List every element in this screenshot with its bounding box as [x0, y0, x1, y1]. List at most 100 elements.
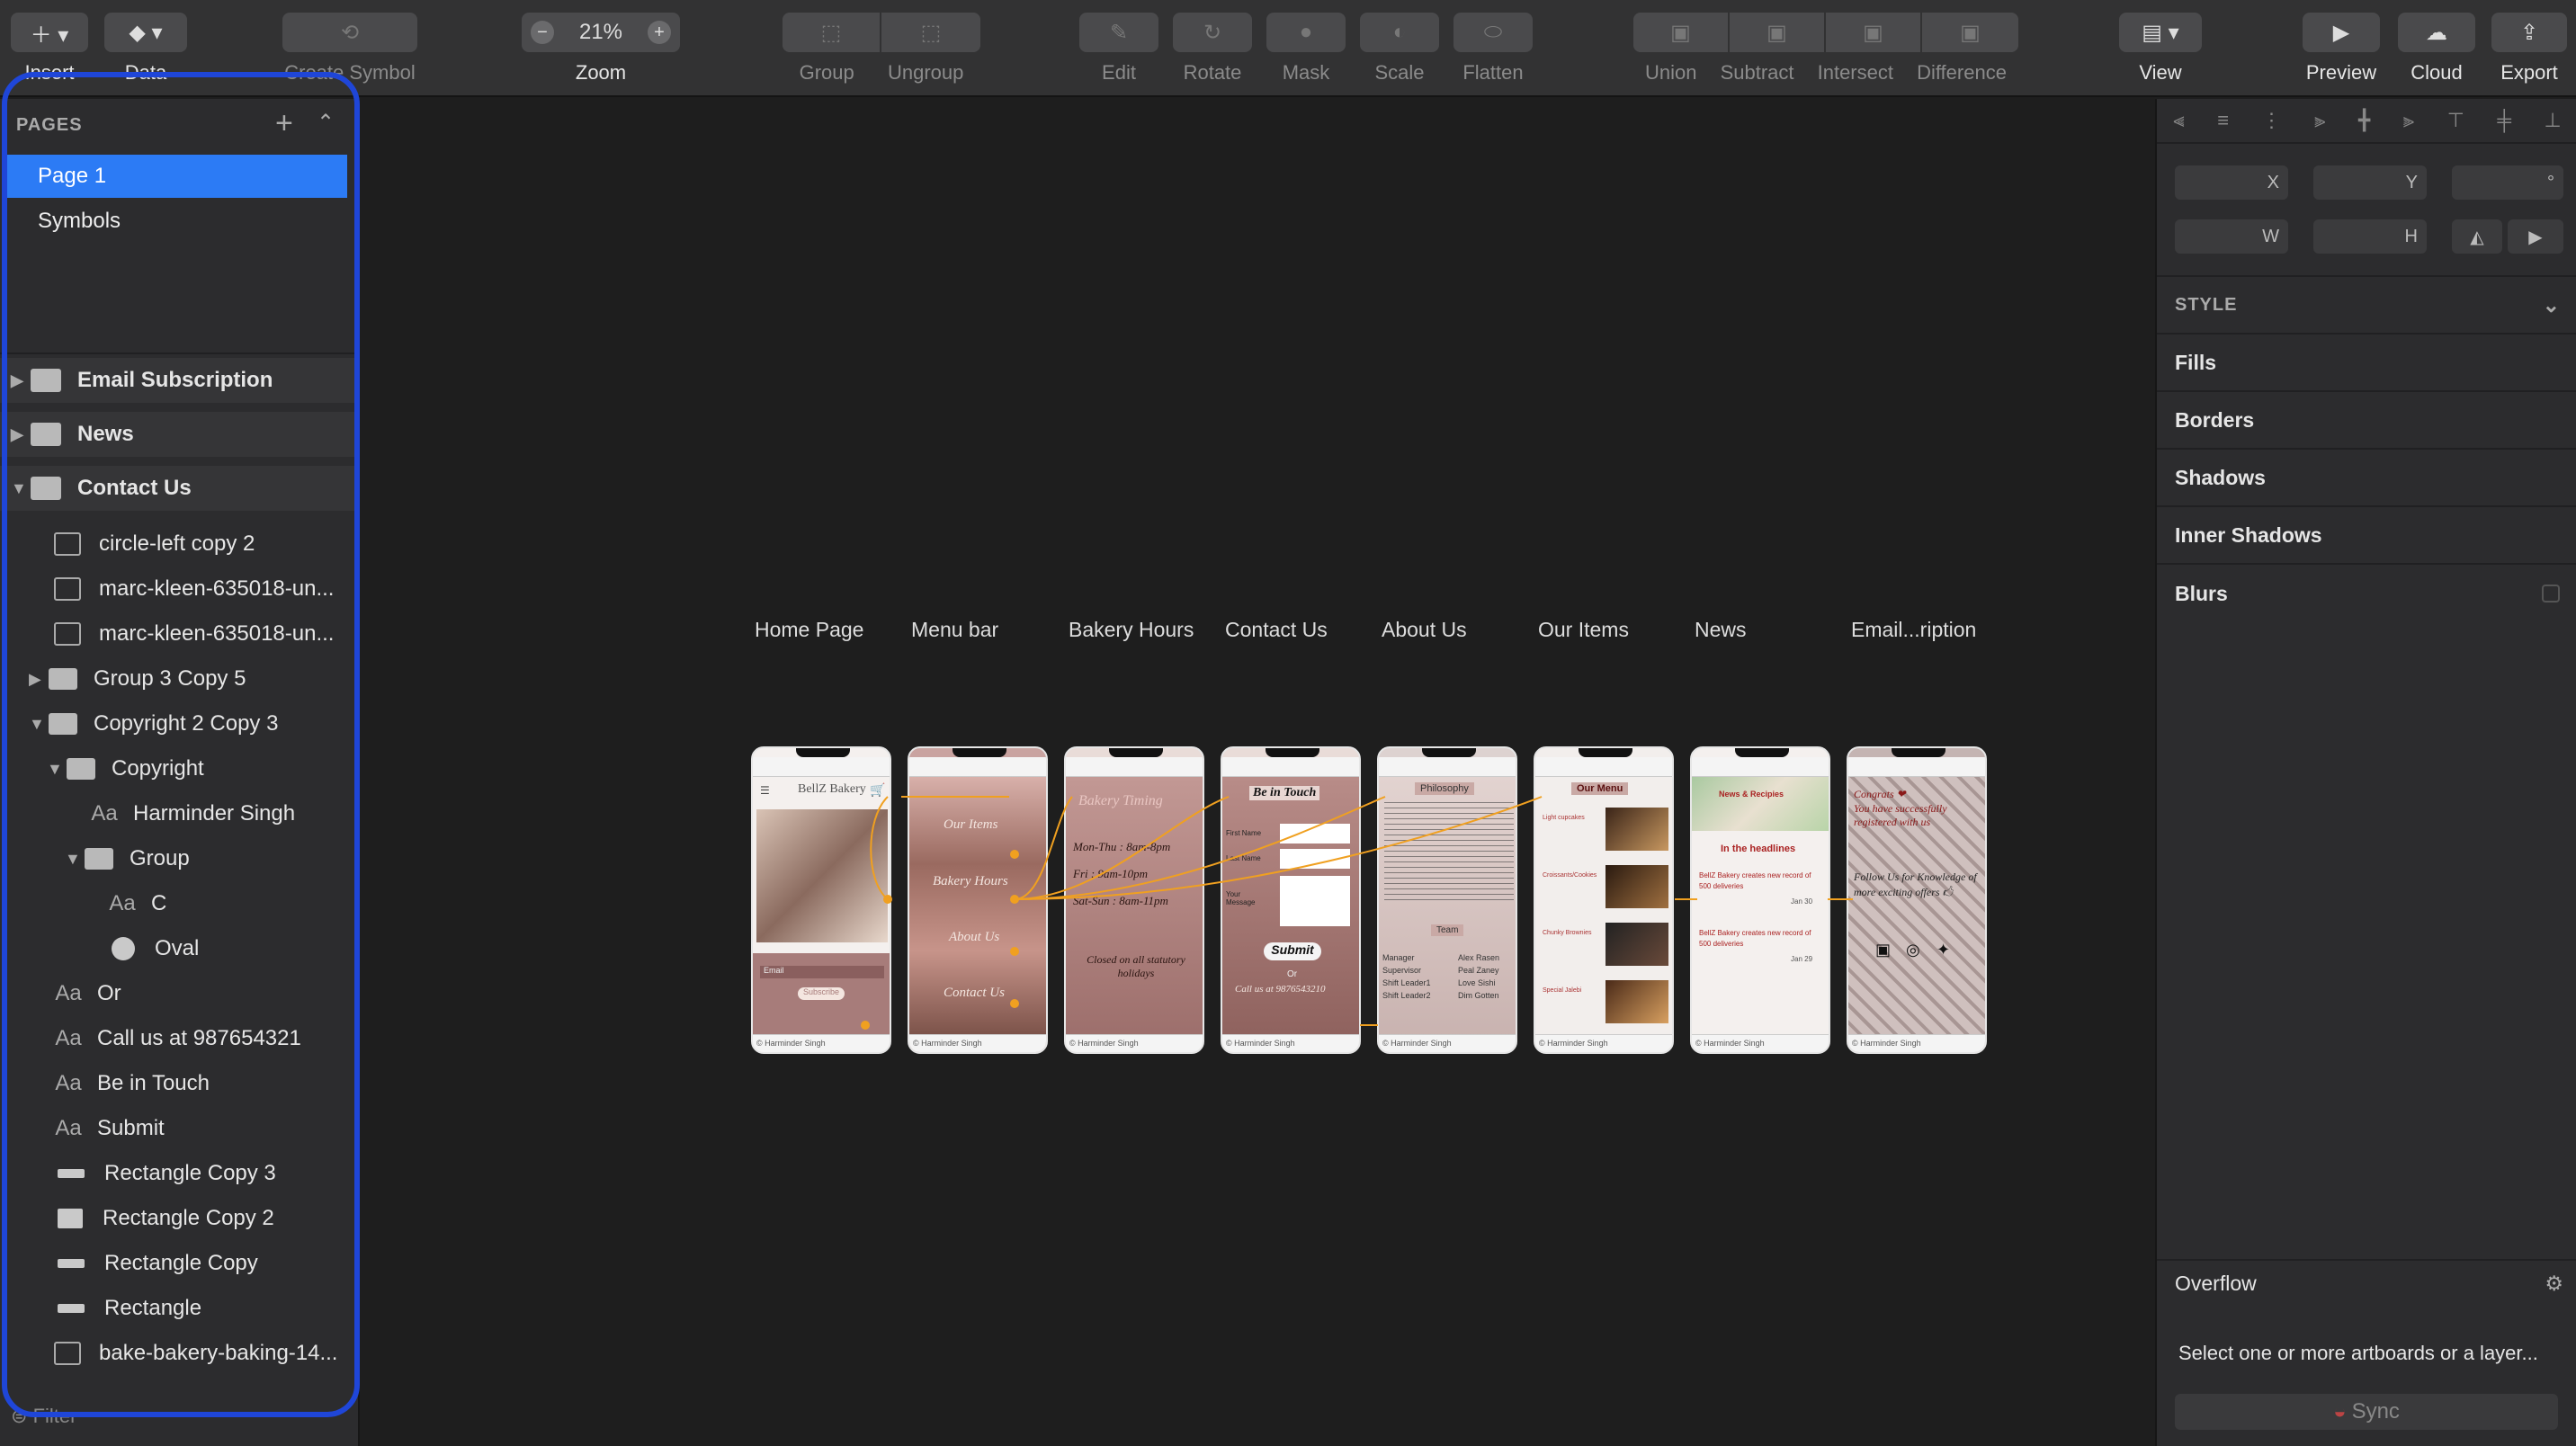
ungroup-button[interactable]: ⬚ — [881, 13, 980, 52]
add-page-icon[interactable]: + — [275, 106, 293, 141]
distribute-icon[interactable]: ⋮ — [2262, 109, 2282, 132]
layer-item[interactable]: marc-kleen-635018-un... — [0, 567, 358, 611]
scale-button[interactable]: ◐ — [1360, 13, 1439, 52]
width-field[interactable]: W — [2175, 219, 2288, 254]
canvas[interactable]: Home Page Menu bar Bakery Hours Contact … — [362, 99, 2153, 1446]
artboard-news[interactable]: News & Recipies In the headlines BellZ B… — [1690, 746, 1830, 1054]
edit-button[interactable]: ✎ — [1079, 13, 1158, 52]
mask-tool[interactable]: ● Mask — [1266, 13, 1346, 85]
collapse-triangle-icon[interactable]: ▼ — [47, 760, 67, 779]
expand-triangle-icon[interactable]: ▶ — [11, 425, 31, 444]
layer-item[interactable]: Aa Submit — [0, 1106, 358, 1151]
preview-button[interactable]: ▶ — [2303, 13, 2380, 52]
rotation-field[interactable]: ° — [2452, 165, 2563, 200]
inner-shadows-section[interactable]: Inner Shadows — [2157, 507, 2576, 565]
page-item-page-1[interactable]: Page 1 — [7, 155, 347, 198]
align-hcenter-icon[interactable]: ╋ — [2358, 109, 2370, 132]
export-tool[interactable]: ⇪ Export — [2491, 13, 2567, 85]
artboard-title[interactable]: Bakery Hours — [1069, 618, 1194, 642]
zoom-in-icon[interactable]: + — [647, 21, 671, 44]
blurs-section[interactable]: Blurs — [2157, 565, 2576, 622]
zoom-tool[interactable]: − 21% + Zoom — [522, 13, 680, 85]
flatten-tool[interactable]: ⬭ Flatten — [1453, 13, 1533, 85]
artboard-home-page[interactable]: ☰ BellZ Bakery 🛒 Email Subscribe © Harmi… — [751, 746, 891, 1054]
layer-item[interactable]: Rectangle Copy — [0, 1241, 358, 1286]
cloud-tool[interactable]: ☁ Cloud — [2398, 13, 2475, 85]
preview-tool[interactable]: ▶ Preview — [2303, 13, 2380, 85]
zoom-out-icon[interactable]: − — [531, 21, 554, 44]
flip-horizontal-button[interactable]: ◭ — [2452, 219, 2502, 254]
page-item-symbols[interactable]: Symbols — [7, 200, 347, 243]
flatten-button[interactable]: ⬭ — [1453, 13, 1533, 52]
align-end-icon[interactable]: ⫸ — [2403, 109, 2414, 132]
data-button[interactable]: ◆ ▾ — [104, 13, 187, 52]
artboard-bakery-hours[interactable]: Bakery Timing Mon-Thu : 8am-8pm Fri : 9a… — [1064, 746, 1204, 1054]
style-section-header[interactable]: STYLE ⌄ — [2157, 277, 2576, 335]
align-left-icon[interactable]: ⫷ — [2173, 109, 2184, 132]
edit-tool[interactable]: ✎ Edit — [1079, 13, 1158, 85]
align-top-icon[interactable]: ⊤ — [2447, 109, 2464, 132]
layer-item[interactable]: Rectangle — [0, 1286, 358, 1331]
layer-item[interactable]: Aa Call us at 987654321 — [0, 1016, 358, 1061]
data-tool[interactable]: ◆ ▾ Data — [104, 13, 187, 85]
height-field[interactable]: H — [2313, 219, 2427, 254]
align-bottom-icon[interactable]: ⊥ — [2545, 109, 2562, 132]
artboard-about-us[interactable]: Philosophy Team Manager Supervisor Shift… — [1377, 746, 1517, 1054]
align-center-icon[interactable]: ≡ — [2217, 109, 2229, 132]
artboard-menu-bar[interactable]: Our Items Bakery Hours About Us Contact … — [908, 746, 1048, 1054]
layer-item[interactable]: ▼ Copyright 2 Copy 3 — [0, 701, 358, 746]
artboard-title[interactable]: Menu bar — [911, 618, 998, 642]
layer-item[interactable]: Aa Harminder Singh — [0, 791, 358, 836]
group-button[interactable]: ⬚ — [783, 13, 881, 52]
cloud-button[interactable]: ☁ — [2398, 13, 2475, 52]
rotate-tool[interactable]: ↻ Rotate — [1173, 13, 1252, 85]
layer-item[interactable]: Aa Or — [0, 971, 358, 1016]
insert-button[interactable]: ＋ ▾ — [11, 13, 88, 52]
expand-triangle-icon[interactable]: ▶ — [29, 670, 49, 689]
collapse-triangle-icon[interactable]: ▼ — [29, 715, 49, 734]
align-middle-icon[interactable]: ╪ — [2497, 109, 2511, 132]
expand-triangle-icon[interactable]: ▶ — [11, 371, 31, 390]
align-right-icon[interactable]: ⫸ — [2314, 109, 2325, 132]
mask-button[interactable]: ● — [1266, 13, 1346, 52]
shadows-section[interactable]: Shadows — [2157, 450, 2576, 507]
insert-tool[interactable]: ＋ ▾ Insert — [11, 13, 88, 85]
layer-item[interactable]: Aa C — [0, 881, 358, 926]
layer-item[interactable]: ▶ Group 3 Copy 5 — [0, 656, 358, 701]
layer-item[interactable]: Rectangle Copy 2 — [0, 1196, 358, 1241]
collapse-pages-icon[interactable]: ⌃ — [317, 110, 335, 136]
artboard-email-subscription[interactable]: Congrats ❤ You have successfully registe… — [1847, 746, 1987, 1054]
artboard-title[interactable]: Contact Us — [1225, 618, 1328, 642]
y-field[interactable]: Y — [2313, 165, 2427, 200]
fills-section[interactable]: Fills — [2157, 335, 2576, 392]
difference-button[interactable]: ▣ — [1922, 13, 2018, 52]
gear-icon[interactable]: ⚙ — [2545, 1272, 2563, 1296]
view-tool[interactable]: ▤ ▾ View — [2119, 13, 2202, 85]
layer-item[interactable]: marc-kleen-635018-un... — [0, 611, 358, 656]
layer-artboard-news[interactable]: ▶ News — [0, 412, 358, 457]
artboard-title[interactable]: News — [1695, 618, 1747, 642]
borders-section[interactable]: Borders — [2157, 392, 2576, 450]
intersect-button[interactable]: ▣ — [1826, 13, 1922, 52]
artboard-contact-us[interactable]: Be in Touch First Name Last Name Your Me… — [1221, 746, 1361, 1054]
artboard-title[interactable]: About Us — [1382, 618, 1467, 642]
filter-field[interactable]: ⊜ Filter — [11, 1405, 76, 1428]
layer-item[interactable]: bake-bakery-baking-14... — [0, 1331, 358, 1376]
artboard-title[interactable]: Email...ription — [1851, 618, 1976, 642]
create-symbol-tool[interactable]: ⟲ Create Symbol — [282, 13, 417, 85]
blur-checkbox[interactable] — [2542, 585, 2560, 602]
layer-item[interactable]: ▼ Copyright — [0, 746, 358, 791]
chevron-down-icon[interactable]: ⌄ — [2543, 293, 2560, 317]
zoom-control[interactable]: − 21% + — [522, 13, 680, 52]
scale-tool[interactable]: ◐ Scale — [1360, 13, 1439, 85]
artboard-title[interactable]: Our Items — [1538, 618, 1629, 642]
layer-item[interactable]: Rectangle Copy 3 — [0, 1151, 358, 1196]
flip-vertical-button[interactable]: ▶ — [2508, 219, 2563, 254]
sync-button[interactable]: ◒ Sync — [2175, 1394, 2558, 1430]
artboard-title[interactable]: Home Page — [755, 618, 863, 642]
union-button[interactable]: ▣ — [1633, 13, 1730, 52]
overflow-section[interactable]: Overflow ⚙ — [2157, 1261, 2576, 1306]
layer-item[interactable]: circle-left copy 2 — [0, 522, 358, 567]
collapse-triangle-icon[interactable]: ▼ — [65, 850, 85, 869]
x-field[interactable]: X — [2175, 165, 2288, 200]
